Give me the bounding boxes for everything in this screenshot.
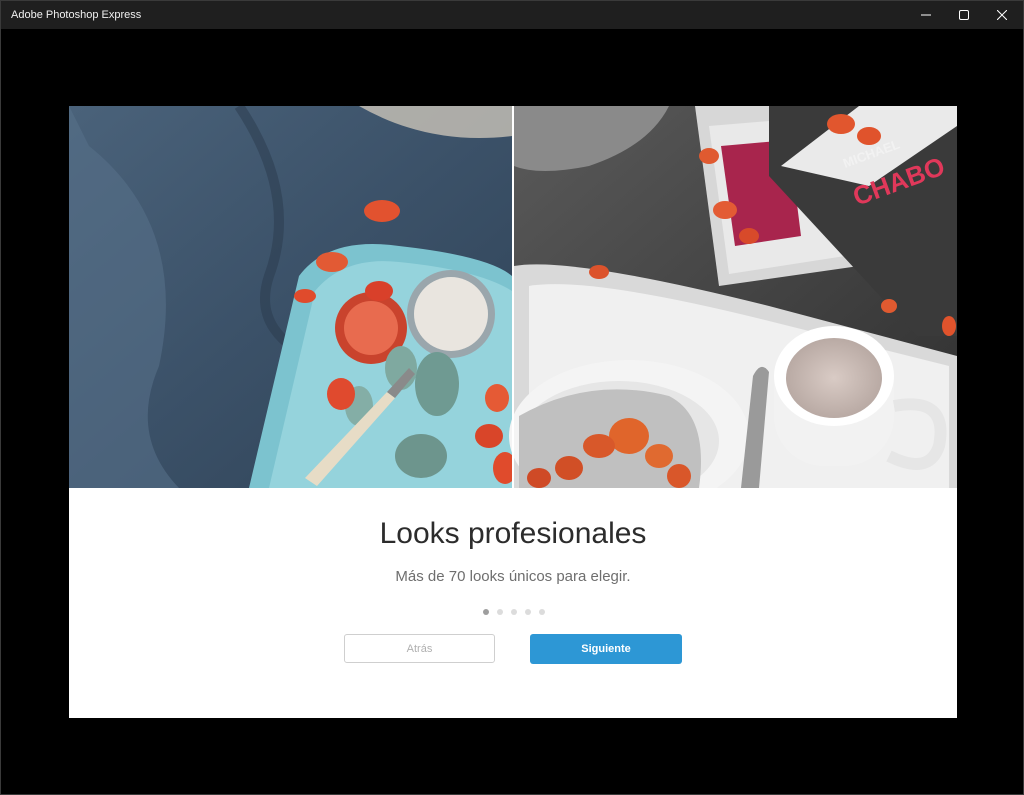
minimize-button[interactable] <box>907 1 945 29</box>
maximize-button[interactable] <box>945 1 983 29</box>
onboarding-subheading: Más de 70 looks únicos para elegir. <box>395 568 631 585</box>
page-dot-1[interactable] <box>483 609 489 615</box>
after-image: CHABO MICHAEL <box>509 106 957 488</box>
window-title: Adobe Photoshop Express <box>11 9 142 21</box>
onboarding-heading: Looks profesionales <box>379 517 647 550</box>
before-after-divider[interactable] <box>512 106 514 488</box>
page-indicator <box>483 609 545 615</box>
before-after-hero-image: CHABO MICHAEL <box>69 106 957 488</box>
before-image <box>69 106 517 488</box>
next-button[interactable]: Siguiente <box>530 634 682 664</box>
page-dot-5[interactable] <box>539 609 545 615</box>
minimize-icon <box>921 14 931 16</box>
close-icon <box>997 10 1007 20</box>
onboarding-card: CHABO MICHAEL Looks profesionales Más de… <box>69 106 957 718</box>
close-button[interactable] <box>983 1 1021 29</box>
title-bar[interactable]: Adobe Photoshop Express <box>1 1 1023 29</box>
page-dot-2[interactable] <box>497 609 503 615</box>
page-dot-4[interactable] <box>525 609 531 615</box>
maximize-icon <box>959 10 969 20</box>
back-button[interactable]: Atrás <box>344 634 495 663</box>
page-dot-3[interactable] <box>511 609 517 615</box>
app-window: Adobe Photoshop Express CHABO MICHAEL Lo… <box>0 0 1024 795</box>
